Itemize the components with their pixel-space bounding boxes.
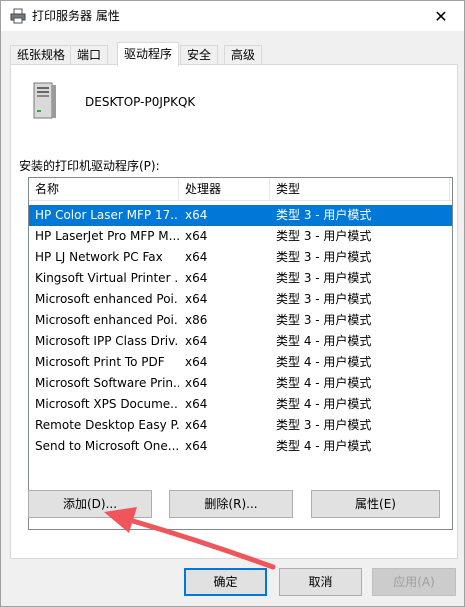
- driver-name-cell: Microsoft IPP Class Driv...: [35, 334, 179, 348]
- driver-name-cell: Microsoft XPS Docume...: [35, 397, 179, 411]
- server-tower-icon: [33, 82, 56, 119]
- tab-drivers[interactable]: 驱动程序: [117, 42, 180, 66]
- print-server-properties-window: 打印服务器 属性 ✕ 纸张规格 端口 驱动程序 安全 高级 DESKTOP-P0…: [0, 0, 465, 607]
- driver-name-cell: Send to Microsoft One...: [35, 439, 179, 453]
- column-header-name[interactable]: 名称: [29, 178, 179, 201]
- list-item[interactable]: Microsoft XPS Docume... x64 类型 4 - 用户模式: [29, 394, 452, 415]
- driver-type-cell: 类型 4 - 用户模式: [276, 334, 372, 348]
- drivers-panel: DESKTOP-P0JPKQK 安装的打印机驱动程序(P): 名称 处理器 类型…: [10, 64, 458, 559]
- driver-type-cell: 类型 4 - 用户模式: [276, 439, 372, 453]
- list-item[interactable]: Microsoft Software Prin... x64 类型 4 - 用户模式: [29, 373, 452, 394]
- close-icon: ✕: [434, 6, 448, 26]
- driver-type-cell: 类型 3 - 用户模式: [276, 208, 372, 222]
- driver-type-cell: 类型 4 - 用户模式: [276, 376, 372, 390]
- close-button[interactable]: ✕: [418, 1, 464, 31]
- driver-processor-cell: x64: [185, 334, 208, 348]
- cancel-button[interactable]: 取消: [279, 568, 362, 596]
- driver-name-cell: HP Color Laser MFP 17...: [35, 208, 179, 222]
- tab-ports[interactable]: 端口: [70, 45, 109, 65]
- tab-paper-sizes[interactable]: 纸张规格: [10, 45, 73, 65]
- column-header-processor[interactable]: 处理器: [179, 178, 270, 201]
- list-rows: HP Color Laser MFP 17... x64 类型 3 - 用户模式 HP…: [29, 205, 452, 457]
- driver-type-cell: 类型 3 - 用户模式: [276, 292, 372, 306]
- driver-name-cell: Microsoft Software Prin...: [35, 376, 179, 390]
- server-name: DESKTOP-P0JPKQK: [85, 95, 196, 109]
- driver-processor-cell: x64: [185, 208, 208, 222]
- list-item[interactable]: Send to Microsoft One... x64 类型 4 - 用户模式: [29, 436, 452, 457]
- list-item[interactable]: Microsoft enhanced Poi... x86 类型 3 - 用户模式: [29, 310, 452, 331]
- driver-type-cell: 类型 4 - 用户模式: [276, 355, 372, 369]
- list-item[interactable]: Kingsoft Virtual Printer ... x64 类型 3 - 用户…: [29, 268, 452, 289]
- driver-name-cell: Remote Desktop Easy P...: [35, 418, 179, 432]
- title-bar: 打印服务器 属性 ✕: [1, 1, 464, 31]
- add-driver-button[interactable]: 添加(D)...: [28, 490, 152, 518]
- driver-properties-button[interactable]: 属性(E): [311, 490, 440, 518]
- list-item[interactable]: Microsoft IPP Class Driv... x64 类型 4 - 用户模…: [29, 331, 452, 352]
- printer-icon: [10, 8, 26, 24]
- driver-type-cell: 类型 3 - 用户模式: [276, 418, 372, 432]
- driver-processor-cell: x64: [185, 271, 208, 285]
- list-item[interactable]: HP Color Laser MFP 17... x64 类型 3 - 用户模式: [29, 205, 452, 226]
- list-item[interactable]: Remote Desktop Easy P... x64 类型 3 - 用户模式: [29, 415, 452, 436]
- tab-strip: 纸张规格 端口 驱动程序 安全 高级: [10, 42, 458, 66]
- driver-type-cell: 类型 3 - 用户模式: [276, 250, 372, 264]
- driver-name-cell: Microsoft Print To PDF: [35, 355, 165, 369]
- driver-processor-cell: x86: [185, 313, 208, 327]
- driver-processor-cell: x64: [185, 250, 208, 264]
- drivers-list[interactable]: 名称 处理器 类型 HP Color Laser MFP 17... x64 类型 …: [28, 177, 453, 530]
- driver-processor-cell: x64: [185, 376, 208, 390]
- driver-type-cell: 类型 4 - 用户模式: [276, 397, 372, 411]
- list-header: 名称 处理器 类型: [29, 178, 452, 201]
- list-item[interactable]: HP LJ Network PC Fax x64 类型 3 - 用户模式: [29, 247, 452, 268]
- driver-processor-cell: x64: [185, 292, 208, 306]
- driver-processor-cell: x64: [185, 229, 208, 243]
- driver-name-cell: HP LaserJet Pro MFP M...: [35, 229, 179, 243]
- installed-drivers-label: 安装的打印机驱动程序(P):: [19, 159, 160, 173]
- driver-name-cell: HP LJ Network PC Fax: [35, 250, 163, 264]
- driver-name-cell: Microsoft enhanced Poi...: [35, 313, 179, 327]
- driver-processor-cell: x64: [185, 397, 208, 411]
- driver-processor-cell: x64: [185, 439, 208, 453]
- remove-driver-button[interactable]: 删除(R)...: [169, 490, 293, 518]
- driver-processor-cell: x64: [185, 355, 208, 369]
- driver-name-cell: Microsoft enhanced Poi...: [35, 292, 179, 306]
- window-title: 打印服务器 属性: [32, 9, 120, 23]
- list-item[interactable]: Microsoft enhanced Poi... x64 类型 3 - 用户模式: [29, 289, 452, 310]
- tab-advanced[interactable]: 高级: [224, 45, 263, 65]
- driver-type-cell: 类型 3 - 用户模式: [276, 271, 372, 285]
- driver-type-cell: 类型 3 - 用户模式: [276, 229, 372, 243]
- list-item[interactable]: Microsoft Print To PDF x64 类型 4 - 用户模式: [29, 352, 452, 373]
- driver-name-cell: Kingsoft Virtual Printer ...: [35, 271, 179, 285]
- driver-type-cell: 类型 3 - 用户模式: [276, 313, 372, 327]
- apply-button[interactable]: 应用(A): [372, 568, 456, 596]
- column-header-type[interactable]: 类型: [270, 178, 450, 201]
- ok-button[interactable]: 确定: [184, 568, 267, 596]
- driver-processor-cell: x64: [185, 418, 208, 432]
- list-item[interactable]: HP LaserJet Pro MFP M... x64 类型 3 - 用户模式: [29, 226, 452, 247]
- tab-security[interactable]: 安全: [180, 45, 219, 65]
